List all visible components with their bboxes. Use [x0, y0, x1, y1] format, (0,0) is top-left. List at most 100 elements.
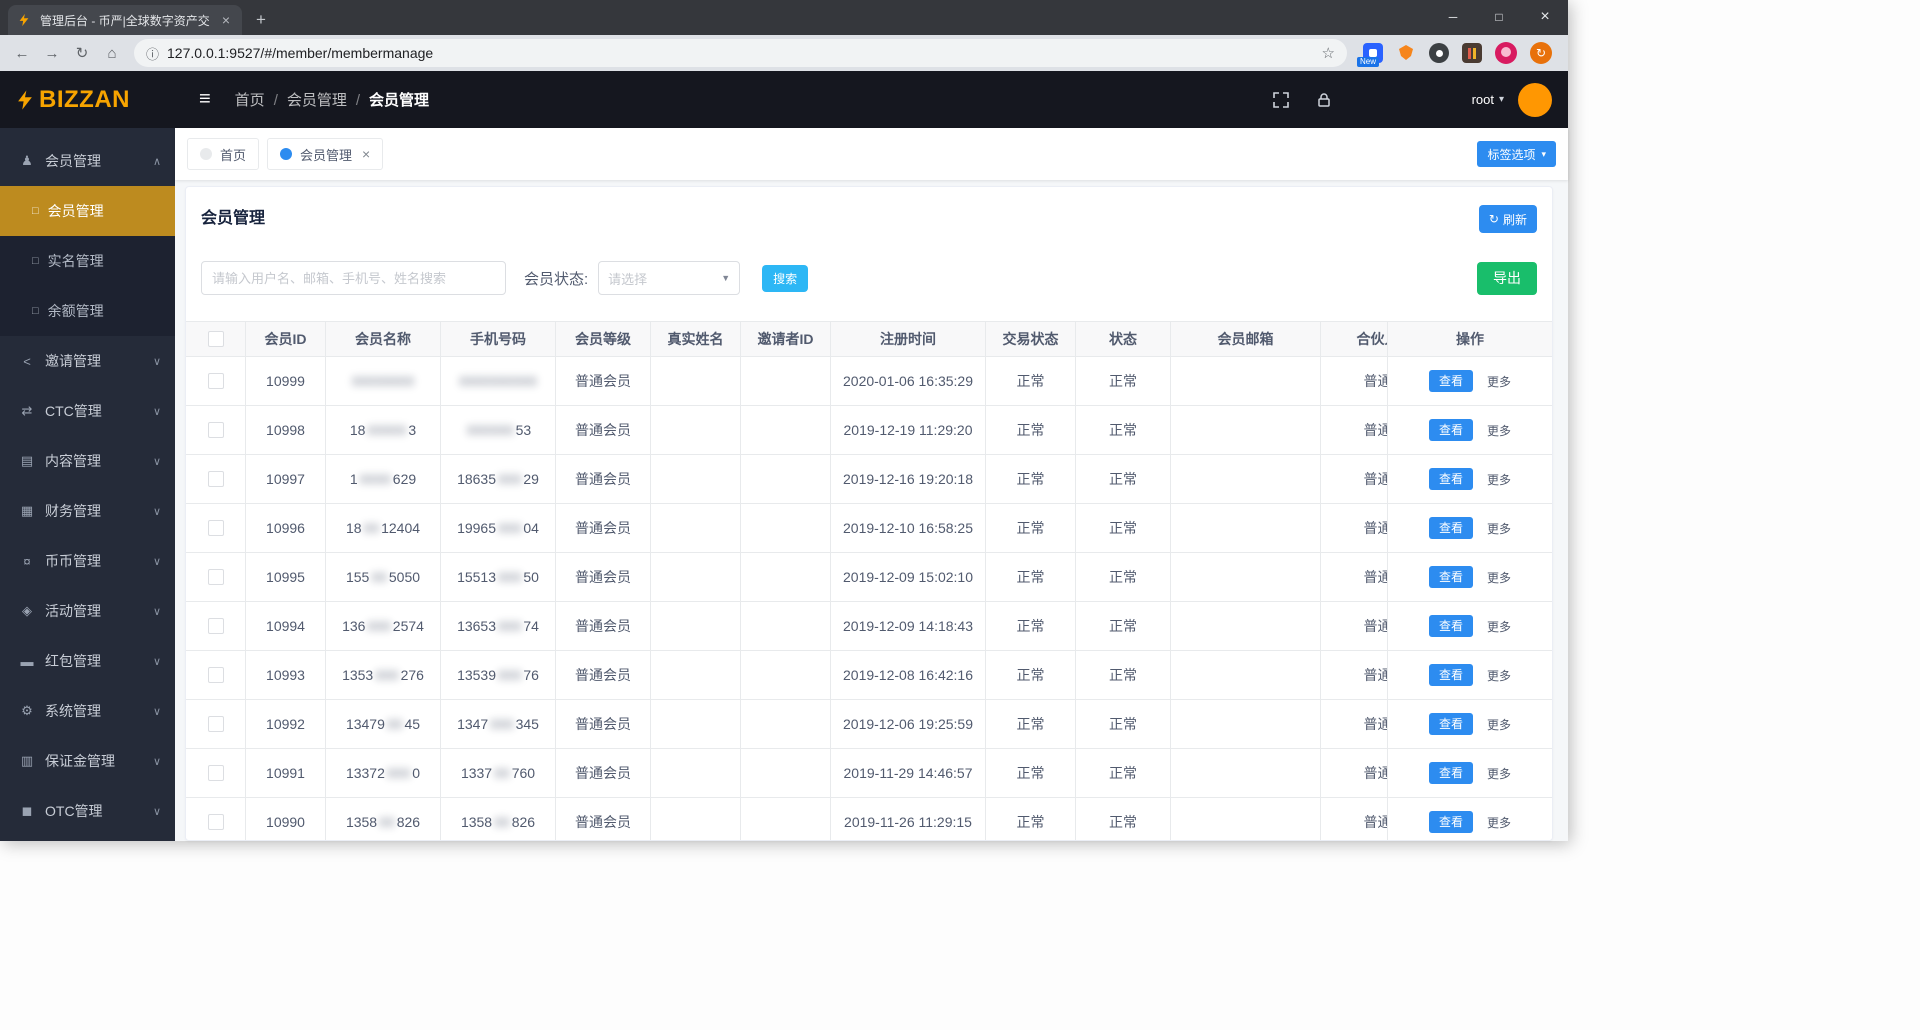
url-bar[interactable]: ⓘ 127.0.0.1:9527/#/member/membermanage ☆	[134, 39, 1347, 67]
row-checkbox[interactable]	[207, 471, 224, 487]
more-button[interactable]: 更多	[1487, 471, 1511, 488]
cell-member-email	[1171, 455, 1321, 503]
sidebar-item-finance[interactable]: ▦ 财务管理 ∨	[0, 486, 175, 536]
tag-home[interactable]: 首页	[187, 138, 260, 170]
view-button[interactable]: 查看	[1428, 664, 1473, 686]
view-button[interactable]: 查看	[1428, 419, 1473, 441]
window-minimize-button[interactable]: ─	[1430, 0, 1476, 34]
masked-text: 888	[498, 667, 522, 683]
more-button[interactable]: 更多	[1487, 569, 1511, 586]
row-checkbox[interactable]	[207, 765, 224, 781]
cell-phone: 1347 888 345	[441, 700, 556, 748]
more-button[interactable]: 更多	[1487, 667, 1511, 684]
cell-register-time: 2019-12-09 15:02:10	[831, 553, 986, 601]
sidebar-item-members[interactable]: ♟ 会员管理 ∧	[0, 136, 175, 186]
select-all-checkbox[interactable]	[207, 331, 224, 347]
hamburger-menu-icon[interactable]: ≡	[199, 88, 211, 111]
sidebar-item-activity[interactable]: ◈ 活动管理 ∨	[0, 586, 175, 636]
sidebar-item-label: 红包管理	[45, 653, 101, 669]
more-button[interactable]: 更多	[1487, 618, 1511, 635]
user-avatar[interactable]	[1518, 82, 1552, 117]
cell-trade-status: 正常	[986, 700, 1076, 748]
cell-member-level: 普通会员	[556, 504, 651, 552]
sidebar-subitem-realname-manage[interactable]: □ 实名管理	[0, 236, 175, 286]
username: root	[1471, 92, 1494, 107]
visible-text: 1358	[460, 814, 493, 830]
tag-member-manage[interactable]: 会员管理 ×	[267, 138, 384, 170]
sidebar-item-ctc[interactable]: ⇄ CTC管理 ∨	[0, 386, 175, 436]
search-input[interactable]	[201, 261, 506, 295]
browser-tab[interactable]: 管理后台 - 币严|全球数字资产交... ×	[8, 5, 242, 35]
sidebar-item-redpacket[interactable]: ▬ 红包管理 ∨	[0, 636, 175, 686]
window-close-button[interactable]: ×	[1522, 0, 1568, 34]
more-button[interactable]: 更多	[1487, 520, 1511, 537]
row-checkbox[interactable]	[207, 814, 224, 830]
back-icon[interactable]: ←	[8, 39, 36, 67]
breadcrumb-member-manage[interactable]: 会员管理	[287, 89, 369, 110]
tag-options-label: 标签选项	[1487, 147, 1536, 162]
page-info-icon[interactable]: ⓘ	[146, 44, 159, 63]
view-button[interactable]: 查看	[1428, 566, 1473, 588]
view-button[interactable]: 查看	[1428, 713, 1473, 735]
sidebar-item-system[interactable]: ⚙ 系统管理 ∨	[0, 686, 175, 736]
cell-real-name	[651, 700, 741, 748]
more-button[interactable]: 更多	[1487, 422, 1511, 439]
lock-icon[interactable]	[1316, 92, 1332, 108]
view-button[interactable]: 查看	[1428, 517, 1473, 539]
sidebar-item-invite[interactable]: < 邀请管理 ∨	[0, 336, 175, 386]
view-button[interactable]: 查看	[1428, 370, 1473, 392]
export-button[interactable]: 导出	[1477, 261, 1537, 295]
row-checkbox[interactable]	[207, 422, 224, 438]
visible-text: 0	[412, 765, 421, 781]
browser-profile-avatar[interactable]	[1495, 42, 1517, 64]
metamask-extension-icon[interactable]	[1396, 43, 1416, 63]
sidebar-item-margin[interactable]: ▥ 保证金管理 ∨	[0, 736, 175, 786]
more-button[interactable]: 更多	[1487, 373, 1511, 390]
extension-icon[interactable]	[1462, 43, 1482, 63]
sidebar-subitem-member-manage[interactable]: □ 会员管理	[0, 186, 175, 236]
search-button[interactable]: 搜索	[762, 264, 809, 292]
more-button[interactable]: 更多	[1487, 765, 1511, 782]
more-button[interactable]: 更多	[1487, 716, 1511, 733]
wallet-extension-icon[interactable]: New	[1357, 43, 1383, 67]
view-button[interactable]: 查看	[1428, 615, 1473, 637]
row-checkbox[interactable]	[207, 716, 224, 732]
sidebar-menu: ♟ 会员管理 ∧ □ 会员管理 □ 实名管理 □ 余额管理 < 邀请管理 ∨ ⇄ CTC管理 ∨ ▤ 内容管理 ∨…	[0, 128, 175, 841]
status-select[interactable]: 请选择 ▼	[598, 261, 741, 295]
view-button[interactable]: 查看	[1428, 811, 1473, 833]
refresh-button[interactable]: ↻ 刷新	[1478, 205, 1537, 233]
cell-real-name	[651, 798, 741, 840]
sidebar-subitem-balance-manage[interactable]: □ 余额管理	[0, 286, 175, 336]
forward-icon[interactable]: →	[38, 39, 66, 67]
new-tab-button[interactable]: +	[242, 5, 280, 35]
visible-text: 13479	[345, 716, 385, 732]
tab-close-icon[interactable]: ×	[218, 12, 234, 28]
user-dropdown[interactable]: root ▾	[1472, 92, 1504, 107]
cell-trade-status: 正常	[986, 406, 1076, 454]
sidebar-item-otc[interactable]: ◼ OTC管理 ∨	[0, 786, 175, 836]
row-checkbox[interactable]	[207, 520, 224, 536]
breadcrumb-home[interactable]: 首页	[235, 89, 287, 110]
fullscreen-icon[interactable]	[1272, 91, 1290, 109]
sidebar-item-content[interactable]: ▤ 内容管理 ∨	[0, 436, 175, 486]
row-checkbox[interactable]	[207, 667, 224, 683]
row-checkbox[interactable]	[207, 569, 224, 585]
browser-update-icon[interactable]: ↻	[1530, 42, 1552, 64]
browser-toolbar: ← → ↻ ⌂ ⓘ 127.0.0.1:9527/#/member/member…	[0, 35, 1568, 71]
logo[interactable]: BIZZAN	[0, 86, 175, 114]
home-icon[interactable]: ⌂	[98, 39, 126, 67]
chevron-down-icon: ∨	[152, 605, 161, 618]
sidebar-item-coin[interactable]: ¤ 币币管理 ∨	[0, 536, 175, 586]
view-button[interactable]: 查看	[1428, 762, 1473, 784]
tag-close-icon[interactable]: ×	[362, 146, 370, 162]
bookmark-star-icon[interactable]: ☆	[1322, 44, 1335, 62]
tag-options-button[interactable]: 标签选项 ▾	[1477, 141, 1556, 167]
column-header: 交易状态	[986, 322, 1076, 356]
reload-icon[interactable]: ↻	[68, 39, 96, 67]
window-maximize-button[interactable]: □	[1476, 0, 1522, 34]
extension-icon[interactable]	[1429, 43, 1449, 63]
row-checkbox[interactable]	[207, 373, 224, 389]
more-button[interactable]: 更多	[1487, 814, 1511, 831]
view-button[interactable]: 查看	[1428, 468, 1473, 490]
row-checkbox[interactable]	[207, 618, 224, 634]
